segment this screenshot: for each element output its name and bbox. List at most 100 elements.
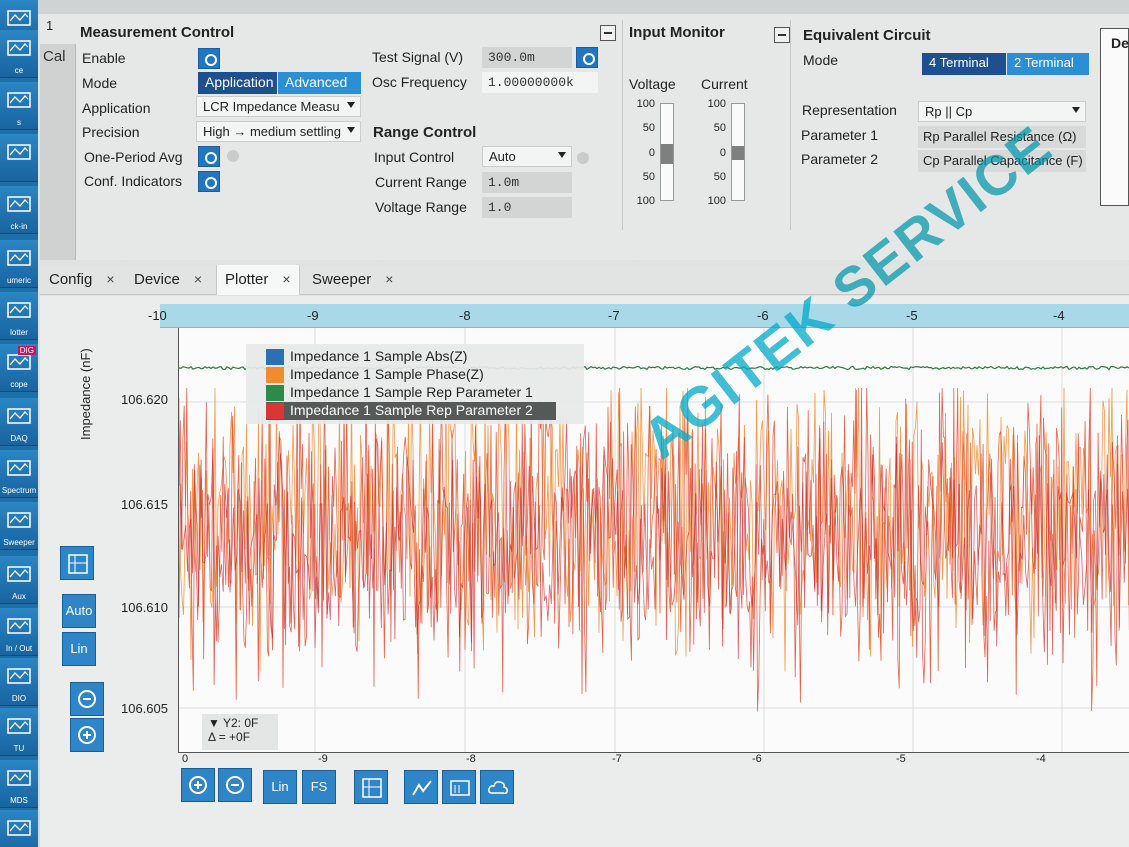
sidebar-item[interactable]: cope DIG <box>0 344 38 392</box>
tab-label: Plotter <box>225 271 269 288</box>
mode-application-button[interactable]: Application <box>198 72 277 94</box>
osc-frequency-field[interactable]: 1.00000000k <box>482 72 598 93</box>
close-icon[interactable]: × <box>194 271 202 287</box>
mode-advanced-button[interactable]: Advanced <box>278 72 361 94</box>
sidebar-item[interactable]: s <box>0 82 38 130</box>
next-section-title: De <box>1111 35 1129 51</box>
tool-icon <box>7 408 31 424</box>
one-period-avg-toggle[interactable] <box>198 146 220 167</box>
one-period-avg-label: One-Period Avg <box>84 149 183 165</box>
axis-settings-button[interactable] <box>60 546 94 580</box>
four-terminal-button[interactable]: 4 Terminal <box>922 53 1006 75</box>
close-icon[interactable]: × <box>385 271 393 287</box>
math-tool-button[interactable] <box>442 770 476 804</box>
close-icon[interactable]: × <box>106 271 114 287</box>
sidebar-item-label: DAQ <box>10 434 28 443</box>
y-tick: 106.610 <box>121 600 168 615</box>
x-tick-top: -9 <box>307 308 319 323</box>
legend-swatch <box>266 403 284 420</box>
tool-icon <box>7 144 31 160</box>
sidebar-item[interactable]: ce <box>0 30 38 78</box>
zoom-in-icon <box>78 726 96 744</box>
voltage-range-field[interactable]: 1.0 <box>482 197 572 218</box>
plot-legend[interactable]: Impedance 1 Sample Abs(Z) Impedance 1 Sa… <box>246 344 584 424</box>
current-meter-tick: 50 <box>713 171 726 183</box>
y-tick: 106.615 <box>121 497 168 512</box>
tab-device[interactable]: Device × <box>126 265 210 295</box>
sidebar-item[interactable]: ZI Labs <box>0 810 38 847</box>
voltage-label: Voltage <box>629 76 676 92</box>
sidebar-item[interactable] <box>0 134 38 182</box>
chevron-down-icon <box>1072 107 1080 113</box>
sidebar-item[interactable]: DAQ <box>0 398 38 446</box>
tab-config[interactable]: Config × <box>41 265 123 295</box>
representation-label: Representation <box>802 102 897 118</box>
x-tick-bottom: -8 <box>466 753 476 765</box>
tab-plotter[interactable]: Plotter × <box>216 265 300 295</box>
zoom-in-x-button[interactable] <box>181 768 215 802</box>
collapse-icon[interactable] <box>774 27 790 43</box>
zoom-out-button[interactable] <box>70 682 104 716</box>
voltage-meter-tick: 0 <box>648 147 655 159</box>
tool-icon <box>7 668 31 684</box>
collapse-icon[interactable] <box>600 25 616 41</box>
enable-toggle[interactable] <box>198 48 220 69</box>
input-control-value: Auto <box>489 149 516 164</box>
legend-item-param1[interactable]: Impedance 1 Sample Rep Parameter 1 <box>266 384 533 402</box>
zoom-in-button[interactable] <box>70 718 104 752</box>
input-control-select[interactable]: Auto <box>482 146 572 167</box>
sidebar-item[interactable]: Aux <box>0 556 38 604</box>
parameter1-label: Parameter 1 <box>801 127 879 143</box>
chevron-down-icon <box>558 152 566 158</box>
legend-swatch <box>266 349 284 366</box>
legend-item-param2[interactable]: Impedance 1 Sample Rep Parameter 2 <box>266 402 556 420</box>
sidebar-item[interactable]: ck-in <box>0 186 38 234</box>
sidebar-item[interactable]: Spectrum <box>0 450 38 498</box>
application-label: Application <box>82 100 151 116</box>
cursor-delta: Δ = +0F <box>208 730 251 744</box>
legend-label: Impedance 1 Sample Phase(Z) <box>290 366 484 382</box>
sidebar-item[interactable]: lotter <box>0 292 38 340</box>
current-range-field[interactable]: 1.0m <box>482 172 572 193</box>
current-meter-tick: 100 <box>707 195 726 207</box>
tool-icon <box>7 718 31 734</box>
representation-select[interactable]: Rp || Cp <box>918 101 1086 122</box>
divider <box>622 20 623 230</box>
sidebar-item[interactable]: DIO <box>0 658 38 706</box>
precision-select[interactable]: High → medium settling <box>196 121 361 142</box>
test-signal-toggle[interactable] <box>576 47 598 68</box>
legend-item-phase[interactable]: Impedance 1 Sample Phase(Z) <box>266 366 484 384</box>
two-terminal-button[interactable]: 2 Terminal <box>1007 53 1089 75</box>
zoom-out-x-button[interactable] <box>218 768 252 802</box>
tab-sweeper[interactable]: Sweeper × <box>304 265 401 295</box>
conf-indicators-toggle[interactable] <box>198 171 220 192</box>
precision-select-value: High → medium settling <box>203 124 341 139</box>
x-axis-settings-button[interactable] <box>354 770 388 804</box>
tool-icon <box>7 770 31 786</box>
sidebar-item[interactable]: TU <box>0 708 38 756</box>
application-select[interactable]: LCR Impedance Measu <box>196 96 361 117</box>
sidebar-item[interactable]: In / Out <box>0 608 38 656</box>
x-tick-bottom: -7 <box>612 753 622 765</box>
x-axis-top[interactable] <box>160 304 1129 328</box>
legend-item-abs[interactable]: Impedance 1 Sample Abs(Z) <box>266 348 467 366</box>
tool-icon <box>7 92 31 108</box>
voltage-meter-tick: 50 <box>642 171 655 183</box>
sidebar-item[interactable]: Sweeper <box>0 502 38 550</box>
x-fullscale-button[interactable]: FS <box>302 770 336 804</box>
voltage-meter-tick: 50 <box>642 122 655 134</box>
auto-scale-button[interactable]: Auto <box>62 594 96 628</box>
sidebar-item[interactable]: umeric <box>0 240 38 288</box>
cursor-tool-button[interactable] <box>404 770 438 804</box>
test-signal-field[interactable]: 300.0m <box>482 47 572 68</box>
close-icon[interactable]: × <box>282 271 290 287</box>
measurement-control-title: Measurement Control <box>80 24 235 41</box>
x-lin-button[interactable]: Lin <box>263 770 297 804</box>
sidebar-item-label: cope <box>10 380 28 389</box>
voltage-meter-tick: 100 <box>636 195 655 207</box>
cal-tab[interactable]: Cal <box>40 44 76 260</box>
sidebar-item[interactable]: MDS <box>0 760 38 808</box>
zoom-in-icon <box>189 776 207 794</box>
cloud-export-button[interactable] <box>480 770 514 804</box>
lin-scale-button[interactable]: Lin <box>62 632 96 666</box>
